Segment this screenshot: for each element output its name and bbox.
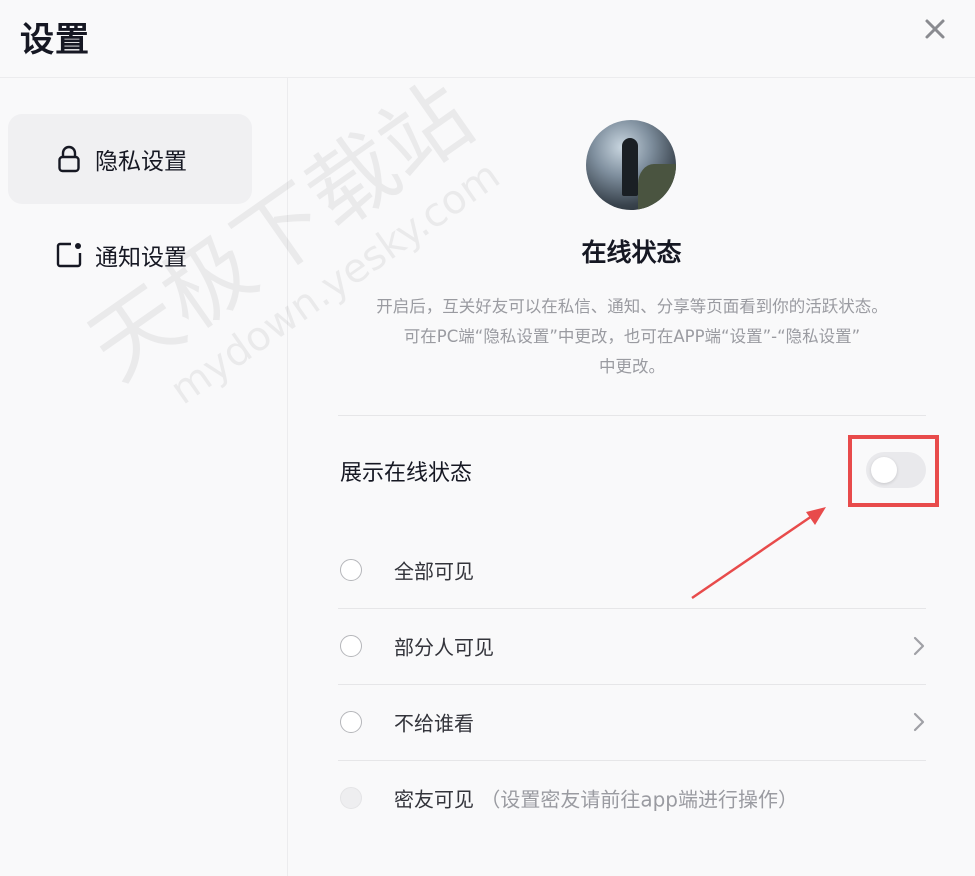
sidebar: 隐私设置 通知设置: [0, 78, 288, 876]
avatar: [586, 120, 676, 210]
sidebar-item-notification[interactable]: 通知设置: [8, 210, 252, 300]
divider: [338, 684, 926, 685]
sidebar-item-label: 通知设置: [95, 245, 187, 271]
option-label: 密友可见 （设置密友请前往app端进行操作）: [394, 784, 798, 813]
description-line: 可在PC端“隐私设置”中更改，也可在APP端“设置”-“隐私设置”: [403, 327, 861, 346]
option-some-visible[interactable]: 部分人可见: [338, 616, 926, 676]
lock-icon: [58, 145, 80, 173]
divider: [338, 415, 926, 416]
option-note: （设置密友请前往app端进行操作）: [480, 787, 799, 812]
sidebar-item-label: 隐私设置: [95, 149, 187, 175]
radio-button[interactable]: [340, 635, 362, 657]
divider: [338, 608, 926, 609]
divider: [338, 760, 926, 761]
close-icon: [925, 19, 945, 39]
chevron-right-icon: [913, 712, 925, 732]
radio-button-disabled: [340, 787, 362, 809]
option-label-text: 密友可见: [394, 787, 474, 812]
page-title: 设置: [20, 20, 90, 60]
radio-button[interactable]: [340, 559, 362, 581]
option-hide-from[interactable]: 不给谁看: [338, 692, 926, 752]
option-all-visible[interactable]: 全部可见: [338, 540, 926, 600]
online-status-toggle[interactable]: [866, 452, 926, 488]
option-label: 部分人可见: [394, 635, 494, 660]
notification-icon: [56, 242, 82, 268]
option-label: 不给谁看: [394, 711, 474, 736]
radio-button[interactable]: [340, 711, 362, 733]
option-label: 全部可见: [394, 559, 474, 584]
header: 设置: [0, 0, 975, 78]
option-close-friends: 密友可见 （设置密友请前往app端进行操作）: [338, 768, 926, 828]
description-line: 中更改。: [599, 357, 665, 376]
close-button[interactable]: [918, 12, 952, 46]
chevron-right-icon: [913, 636, 925, 656]
description: 开启后，互关好友可以在私信、通知、分享等页面看到你的活跃状态。 可在PC端“隐私…: [338, 292, 926, 382]
toggle-knob: [871, 457, 897, 483]
description-line: 开启后，互关好友可以在私信、通知、分享等页面看到你的活跃状态。: [376, 297, 888, 316]
section-title: 在线状态: [581, 238, 682, 267]
toggle-label: 展示在线状态: [340, 461, 473, 486]
sidebar-item-privacy[interactable]: 隐私设置: [8, 114, 252, 204]
